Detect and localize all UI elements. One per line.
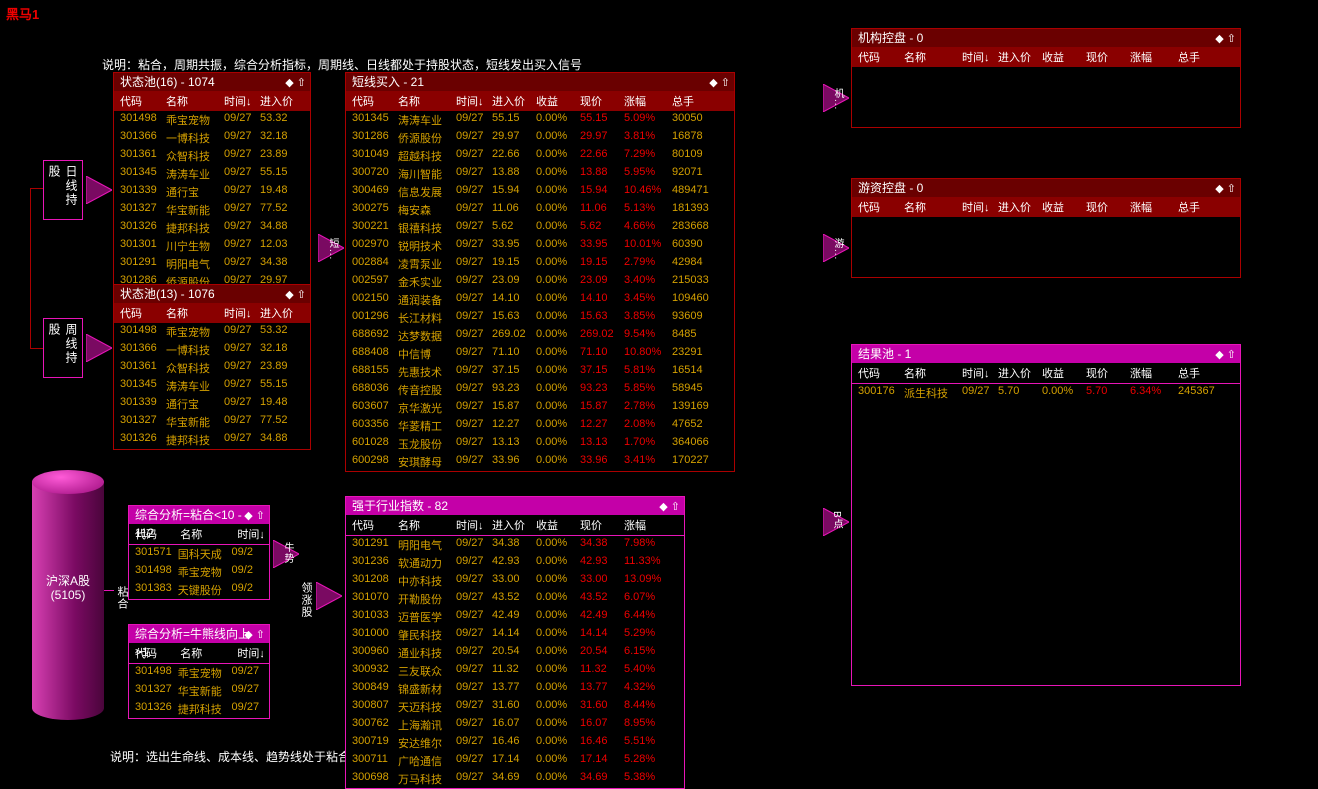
panel-icons[interactable]: ◆ ⇧: [1215, 30, 1236, 48]
table-row[interactable]: 301070开勒股份09/2743.520.00%43.526.07%: [346, 590, 684, 608]
table-row[interactable]: 301383天键股份09/2: [129, 581, 269, 599]
table-row[interactable]: 300275梅安森09/2711.060.00%11.065.13%181393: [346, 201, 734, 219]
table-row[interactable]: 301361众智科技09/2723.89: [114, 359, 310, 377]
table-row[interactable]: 603607京华激光09/2715.870.00%15.872.78%13916…: [346, 399, 734, 417]
panel-inst[interactable]: 机构控盘 - 0◆ ⇧ 代码名称时间↓进入价收益现价涨幅总手: [851, 28, 1241, 128]
table-row[interactable]: 301286侨源股份09/2729.970.00%29.973.81%16878: [346, 129, 734, 147]
tri-bdian[interactable]: B点: [823, 508, 849, 536]
tri-niu[interactable]: 牛势: [273, 540, 299, 568]
stage-lingzhang: 领涨股: [298, 582, 314, 618]
table-row[interactable]: 300698万马科技09/2734.690.00%34.695.38%: [346, 770, 684, 788]
panel-shortbuy[interactable]: 短线买入 - 21◆ ⇧ 代码名称时间↓进入价收益现价涨幅总手 301345涛涛…: [345, 72, 735, 472]
table-row[interactable]: 301326捷邦科技09/2734.88: [114, 431, 310, 449]
table-row[interactable]: 002150通润装备09/2714.100.00%14.103.45%10946…: [346, 291, 734, 309]
app-title: 黑马1: [6, 4, 39, 23]
stage-weekly: 周线持股: [43, 318, 83, 378]
table-row[interactable]: 300720海川智能09/2713.880.00%13.885.95%92071: [346, 165, 734, 183]
table-row[interactable]: 301366一博科技09/2732.18: [114, 129, 310, 147]
table-row[interactable]: 301498乖宝宠物09/2753.32: [114, 111, 310, 129]
panel-icons[interactable]: ◆ ⇧: [709, 74, 730, 92]
panel-icons[interactable]: ◆ ⇧: [659, 498, 680, 516]
table-row[interactable]: 300469信息发展09/2715.940.00%15.9410.46%4894…: [346, 183, 734, 201]
table-row[interactable]: 301033迈普医学09/2742.490.00%42.496.44%: [346, 608, 684, 626]
panel-icons[interactable]: ◆ ⇧: [244, 626, 265, 644]
table-row[interactable]: 688155先惠技术09/2737.150.00%37.155.81%16514: [346, 363, 734, 381]
table-row[interactable]: 301049超越科技09/2722.660.00%22.667.29%80109: [346, 147, 734, 165]
table-row[interactable]: 002970锐明技术09/2733.950.00%33.9510.01%6039…: [346, 237, 734, 255]
table-row[interactable]: 300762上海瀚讯09/2716.070.00%16.078.95%: [346, 716, 684, 734]
table-row[interactable]: 301326捷邦科技09/27: [129, 700, 269, 718]
table-row[interactable]: 301301川宁生物09/2712.03: [114, 237, 310, 255]
table-row[interactable]: 301326捷邦科技09/2734.88: [114, 219, 310, 237]
panel-icons[interactable]: ◆ ⇧: [1215, 180, 1236, 198]
table-row[interactable]: 301571国科天成09/2: [129, 545, 269, 563]
tri-daily[interactable]: [86, 176, 112, 204]
panel-icons[interactable]: ◆ ⇧: [244, 507, 265, 525]
panel-analysis1[interactable]: 综合分析=粘合<10 - 112◆ ⇧ 代码名称时间↓ 301571国科天成09…: [128, 505, 270, 600]
table-row[interactable]: 301498乖宝宠物09/27: [129, 664, 269, 682]
table-row[interactable]: 300932三友联众09/2711.320.00%11.325.40%: [346, 662, 684, 680]
table-row[interactable]: 301327华宝新能09/2777.52: [114, 201, 310, 219]
panel-hot[interactable]: 游资控盘 - 0◆ ⇧ 代码名称时间↓进入价收益现价涨幅总手: [851, 178, 1241, 278]
table-row[interactable]: 301327华宝新能09/2777.52: [114, 413, 310, 431]
table-row[interactable]: 301236软通动力09/2742.930.00%42.9311.33%: [346, 554, 684, 572]
panel-icons[interactable]: ◆ ⇧: [285, 286, 306, 304]
cylinder-source: 沪深A股(5105): [32, 470, 104, 720]
table-row[interactable]: 301327华宝新能09/27: [129, 682, 269, 700]
table-row[interactable]: 300807天迈科技09/2731.600.00%31.608.44%: [346, 698, 684, 716]
table-row[interactable]: 301000肇民科技09/2714.140.00%14.145.29%: [346, 626, 684, 644]
table-row[interactable]: 300176派生科技09/275.700.00%5.706.34%245367: [852, 384, 1240, 402]
panel-icons[interactable]: ◆ ⇧: [285, 74, 306, 92]
table-row[interactable]: 603356华菱精工09/2712.270.00%12.272.08%47652: [346, 417, 734, 435]
panel-analysis2[interactable]: 综合分析=牛熊线向上>1.◆ ⇧ 代码名称时间↓ 301498乖宝宠物09/27…: [128, 624, 270, 719]
table-row[interactable]: 301291明阳电气09/2734.38: [114, 255, 310, 273]
table-row[interactable]: 301339通行宝09/2719.48: [114, 183, 310, 201]
table-row[interactable]: 301345涛涛车业09/2755.150.00%55.155.09%30050: [346, 111, 734, 129]
table-row[interactable]: 301361众智科技09/2723.89: [114, 147, 310, 165]
table-row[interactable]: 301208中亦科技09/2733.000.00%33.0013.09%: [346, 572, 684, 590]
table-row[interactable]: 301498乖宝宠物09/2: [129, 563, 269, 581]
table-row[interactable]: 300960通业科技09/2720.540.00%20.546.15%: [346, 644, 684, 662]
table-row[interactable]: 301345涛涛车业09/2755.15: [114, 377, 310, 395]
table-row[interactable]: 300711广哈通信09/2717.140.00%17.145.28%: [346, 752, 684, 770]
table-row[interactable]: 601028玉龙股份09/2713.130.00%13.131.70%36406…: [346, 435, 734, 453]
tri-ling[interactable]: [316, 582, 342, 610]
table-row[interactable]: 688692达梦数据09/27269.020.00%269.029.54%848…: [346, 327, 734, 345]
table-row[interactable]: 301345涛涛车业09/2755.15: [114, 165, 310, 183]
table-row[interactable]: 600298安琪酵母09/2733.960.00%33.963.41%17022…: [346, 453, 734, 471]
panel-state13[interactable]: 状态池(13) - 1076◆ ⇧ 代码名称时间↓进入价 301498乖宝宠物0…: [113, 284, 311, 450]
table-row[interactable]: 001296长江材料09/2715.630.00%15.633.85%93609: [346, 309, 734, 327]
table-row[interactable]: 688408中信博09/2771.100.00%71.1010.80%23291: [346, 345, 734, 363]
tri-you[interactable]: 游...: [823, 234, 849, 262]
stage-daily: 日线持股: [43, 160, 83, 220]
panel-state16[interactable]: 状态池(16) - 1074◆ ⇧ 代码名称时间↓进入价 301498乖宝宠物0…: [113, 72, 311, 292]
table-row[interactable]: 301498乖宝宠物09/2753.32: [114, 323, 310, 341]
table-row[interactable]: 002597金禾实业09/2723.090.00%23.093.40%21503…: [346, 273, 734, 291]
table-row[interactable]: 300719安达维尔09/2716.460.00%16.465.51%: [346, 734, 684, 752]
panel-industry[interactable]: 强于行业指数 - 82◆ ⇧ 代码名称时间↓进入价收益现价涨幅 301291明阳…: [345, 496, 685, 789]
tri-ji[interactable]: 机...: [823, 84, 849, 112]
table-row[interactable]: 002884凌霄泵业09/2719.150.00%19.152.79%42984: [346, 255, 734, 273]
table-row[interactable]: 301366一博科技09/2732.18: [114, 341, 310, 359]
panel-icons[interactable]: ◆ ⇧: [1215, 346, 1236, 364]
table-row[interactable]: 300221银禧科技09/275.620.00%5.624.66%283668: [346, 219, 734, 237]
table-row[interactable]: 301339通行宝09/2719.48: [114, 395, 310, 413]
tri-weekly[interactable]: [86, 334, 112, 362]
tri-short[interactable]: 短...: [318, 234, 344, 262]
desc-top: 说明：粘合，周期共振，综合分析指标，周期线、日线都处于持股状态，短线发出买入信号: [102, 56, 582, 73]
table-row[interactable]: 301291明阳电气09/2734.380.00%34.387.98%: [346, 536, 684, 554]
table-row[interactable]: 300849锦盛新材09/2713.770.00%13.774.32%: [346, 680, 684, 698]
table-row[interactable]: 688036传音控股09/2793.230.00%93.235.85%58945: [346, 381, 734, 399]
panel-result[interactable]: 结果池 - 1◆ ⇧ 代码名称时间↓进入价收益现价涨幅总手 300176派生科技…: [851, 344, 1241, 686]
